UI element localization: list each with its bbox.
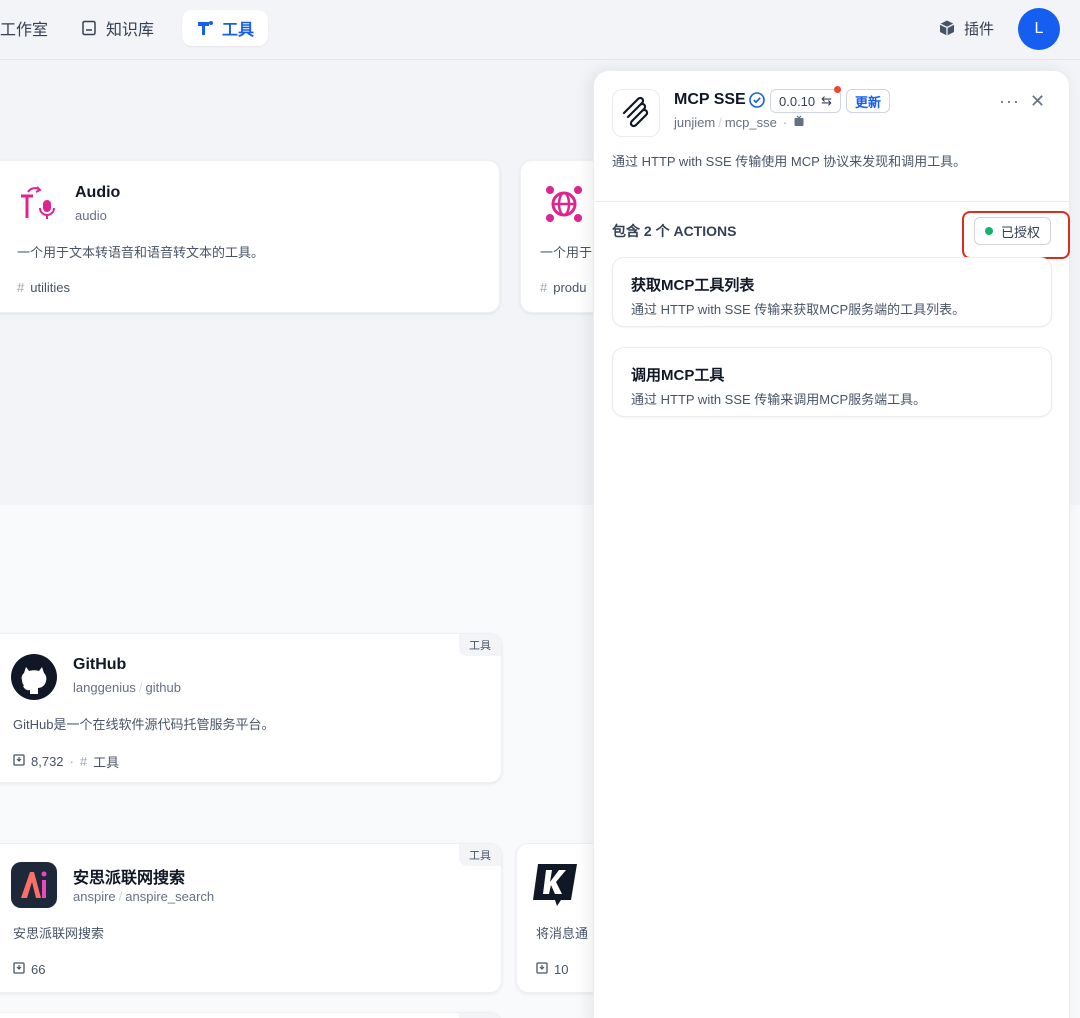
- category-badge: 工具: [459, 1013, 501, 1018]
- plugin-card-anspire[interactable]: 工具 安思派联网搜索 anspire / anspire_search 安思派联网搜…: [0, 843, 502, 993]
- plugin-card-partial[interactable]: 工具: [0, 1012, 502, 1018]
- status-dot: [985, 227, 993, 235]
- install-count: 66: [31, 962, 46, 977]
- divider: [594, 201, 1071, 202]
- k-logo-icon: [533, 860, 579, 906]
- action-title: 获取MCP工具列表: [631, 277, 755, 294]
- authorized-button[interactable]: 已授权: [974, 217, 1052, 245]
- category-badge: 工具: [459, 844, 501, 866]
- install-count: 10: [554, 962, 569, 977]
- plugin-card-audio[interactable]: Audio audio 一个用于文本转语音和语音转文本的工具。 # utilit…: [0, 160, 500, 313]
- action-item[interactable]: 获取MCP工具列表 通过 HTTP with SSE 传输来获取MCP服务端的工…: [612, 257, 1052, 327]
- nav-tab-label: 工作室: [0, 22, 49, 39]
- audio-icon: [15, 183, 61, 229]
- nav-tab-label: 工具: [222, 22, 255, 39]
- card-tag: utilities: [30, 280, 70, 295]
- package-icon: [793, 115, 805, 130]
- plugin-detail-drawer: MCP SSE 0.0.10 ⇆ 更新 junjiem / mcp_sse · …: [593, 70, 1071, 1018]
- card-description: 安思派联网搜索: [13, 926, 105, 941]
- card-subtitle: audio: [75, 208, 107, 223]
- plugin-org: junjiem: [674, 115, 716, 130]
- user-avatar[interactable]: L: [1018, 8, 1060, 50]
- globe-network-icon: [541, 181, 587, 227]
- card-meta: 10: [536, 962, 568, 977]
- version-label: 0.0.10: [779, 93, 816, 109]
- more-options-icon[interactable]: ···: [999, 91, 1020, 112]
- install-icon: [13, 962, 25, 977]
- plugin-name: mcp_sse: [724, 115, 777, 130]
- card-description: 将消息通: [536, 926, 589, 941]
- top-nav: 工作室 知识库 工具 插件 L: [0, 0, 1080, 60]
- nav-tab-knowledge[interactable]: 知识库: [66, 10, 168, 46]
- separator: /: [718, 115, 722, 130]
- meta-separator: ·: [69, 754, 74, 769]
- card-subtitle: anspire / anspire_search: [73, 889, 215, 904]
- install-icon: [13, 754, 25, 769]
- switch-arrows-icon: ⇆: [821, 93, 833, 108]
- card-tags: # utilities: [17, 280, 70, 295]
- install-count: 8,732: [31, 754, 64, 769]
- plugin-description: 通过 HTTP with SSE 传输使用 MCP 协议来发现和调用工具。: [612, 154, 967, 169]
- mcp-logo-icon: [612, 89, 660, 137]
- auth-label: 已授权: [1001, 224, 1041, 240]
- card-meta: 66: [13, 962, 45, 977]
- card-title: GitHub: [73, 656, 127, 673]
- card-org: audio: [75, 208, 107, 223]
- action-description: 通过 HTTP with SSE 传输来调用MCP服务端工具。: [631, 392, 927, 407]
- card-meta: 8,732 · # 工具: [13, 752, 119, 771]
- category-badge: 工具: [459, 634, 501, 656]
- action-title: 调用MCP工具: [631, 367, 725, 384]
- card-title: Audio: [75, 184, 121, 201]
- card-description: 一个用于: [540, 245, 593, 260]
- book-icon: [80, 19, 98, 37]
- anspire-icon: [11, 862, 57, 908]
- nav-tab-studio[interactable]: 工作室: [0, 10, 62, 46]
- nav-tab-tools[interactable]: 工具: [182, 10, 269, 46]
- meta-separator: ·: [782, 115, 788, 130]
- cube-icon: [938, 19, 956, 37]
- card-name: anspire_search: [125, 889, 215, 904]
- card-tag: produ: [553, 280, 587, 295]
- card-org: langgenius: [73, 680, 136, 695]
- version-selector[interactable]: 0.0.10 ⇆: [770, 89, 842, 113]
- card-org: anspire: [73, 889, 116, 904]
- close-icon[interactable]: ✕: [1030, 91, 1045, 112]
- install-icon: [536, 962, 548, 977]
- plugins-label: 插件: [964, 20, 995, 38]
- card-tag: 工具: [93, 755, 120, 770]
- card-name: github: [145, 680, 181, 695]
- update-button[interactable]: 更新: [846, 89, 891, 113]
- plugin-title: MCP SSE: [674, 91, 746, 108]
- card-title: 安思派联网搜索: [73, 870, 186, 887]
- plugin-identifier: junjiem / mcp_sse ·: [674, 115, 805, 130]
- avatar-initial: L: [1034, 20, 1044, 37]
- card-description: GitHub是一个在线软件源代码托管服务平台。: [13, 717, 275, 732]
- actions-heading: 包含 2 个 ACTIONS: [612, 223, 737, 239]
- action-description: 通过 HTTP with SSE 传输来获取MCP服务端的工具列表。: [631, 302, 966, 317]
- hash-icon: #: [540, 280, 548, 295]
- update-label: 更新: [855, 94, 882, 110]
- hash-icon: #: [17, 280, 25, 295]
- card-tags: # produ: [540, 280, 586, 295]
- action-item[interactable]: 调用MCP工具 通过 HTTP with SSE 传输来调用MCP服务端工具。: [612, 347, 1052, 417]
- tools-icon: [196, 19, 214, 37]
- update-indicator-dot: [834, 86, 841, 93]
- card-subtitle: langgenius / github: [73, 680, 181, 695]
- plugins-button[interactable]: 插件: [928, 10, 1004, 46]
- verified-icon: [749, 92, 765, 113]
- hash-icon: #: [79, 754, 88, 769]
- card-description: 一个用于文本转语音和语音转文本的工具。: [17, 245, 265, 260]
- github-icon: [11, 654, 57, 700]
- plugin-card-github[interactable]: 工具 GitHub langgenius / github GitHub是一个在线软…: [0, 633, 502, 783]
- nav-tab-label: 知识库: [106, 22, 155, 39]
